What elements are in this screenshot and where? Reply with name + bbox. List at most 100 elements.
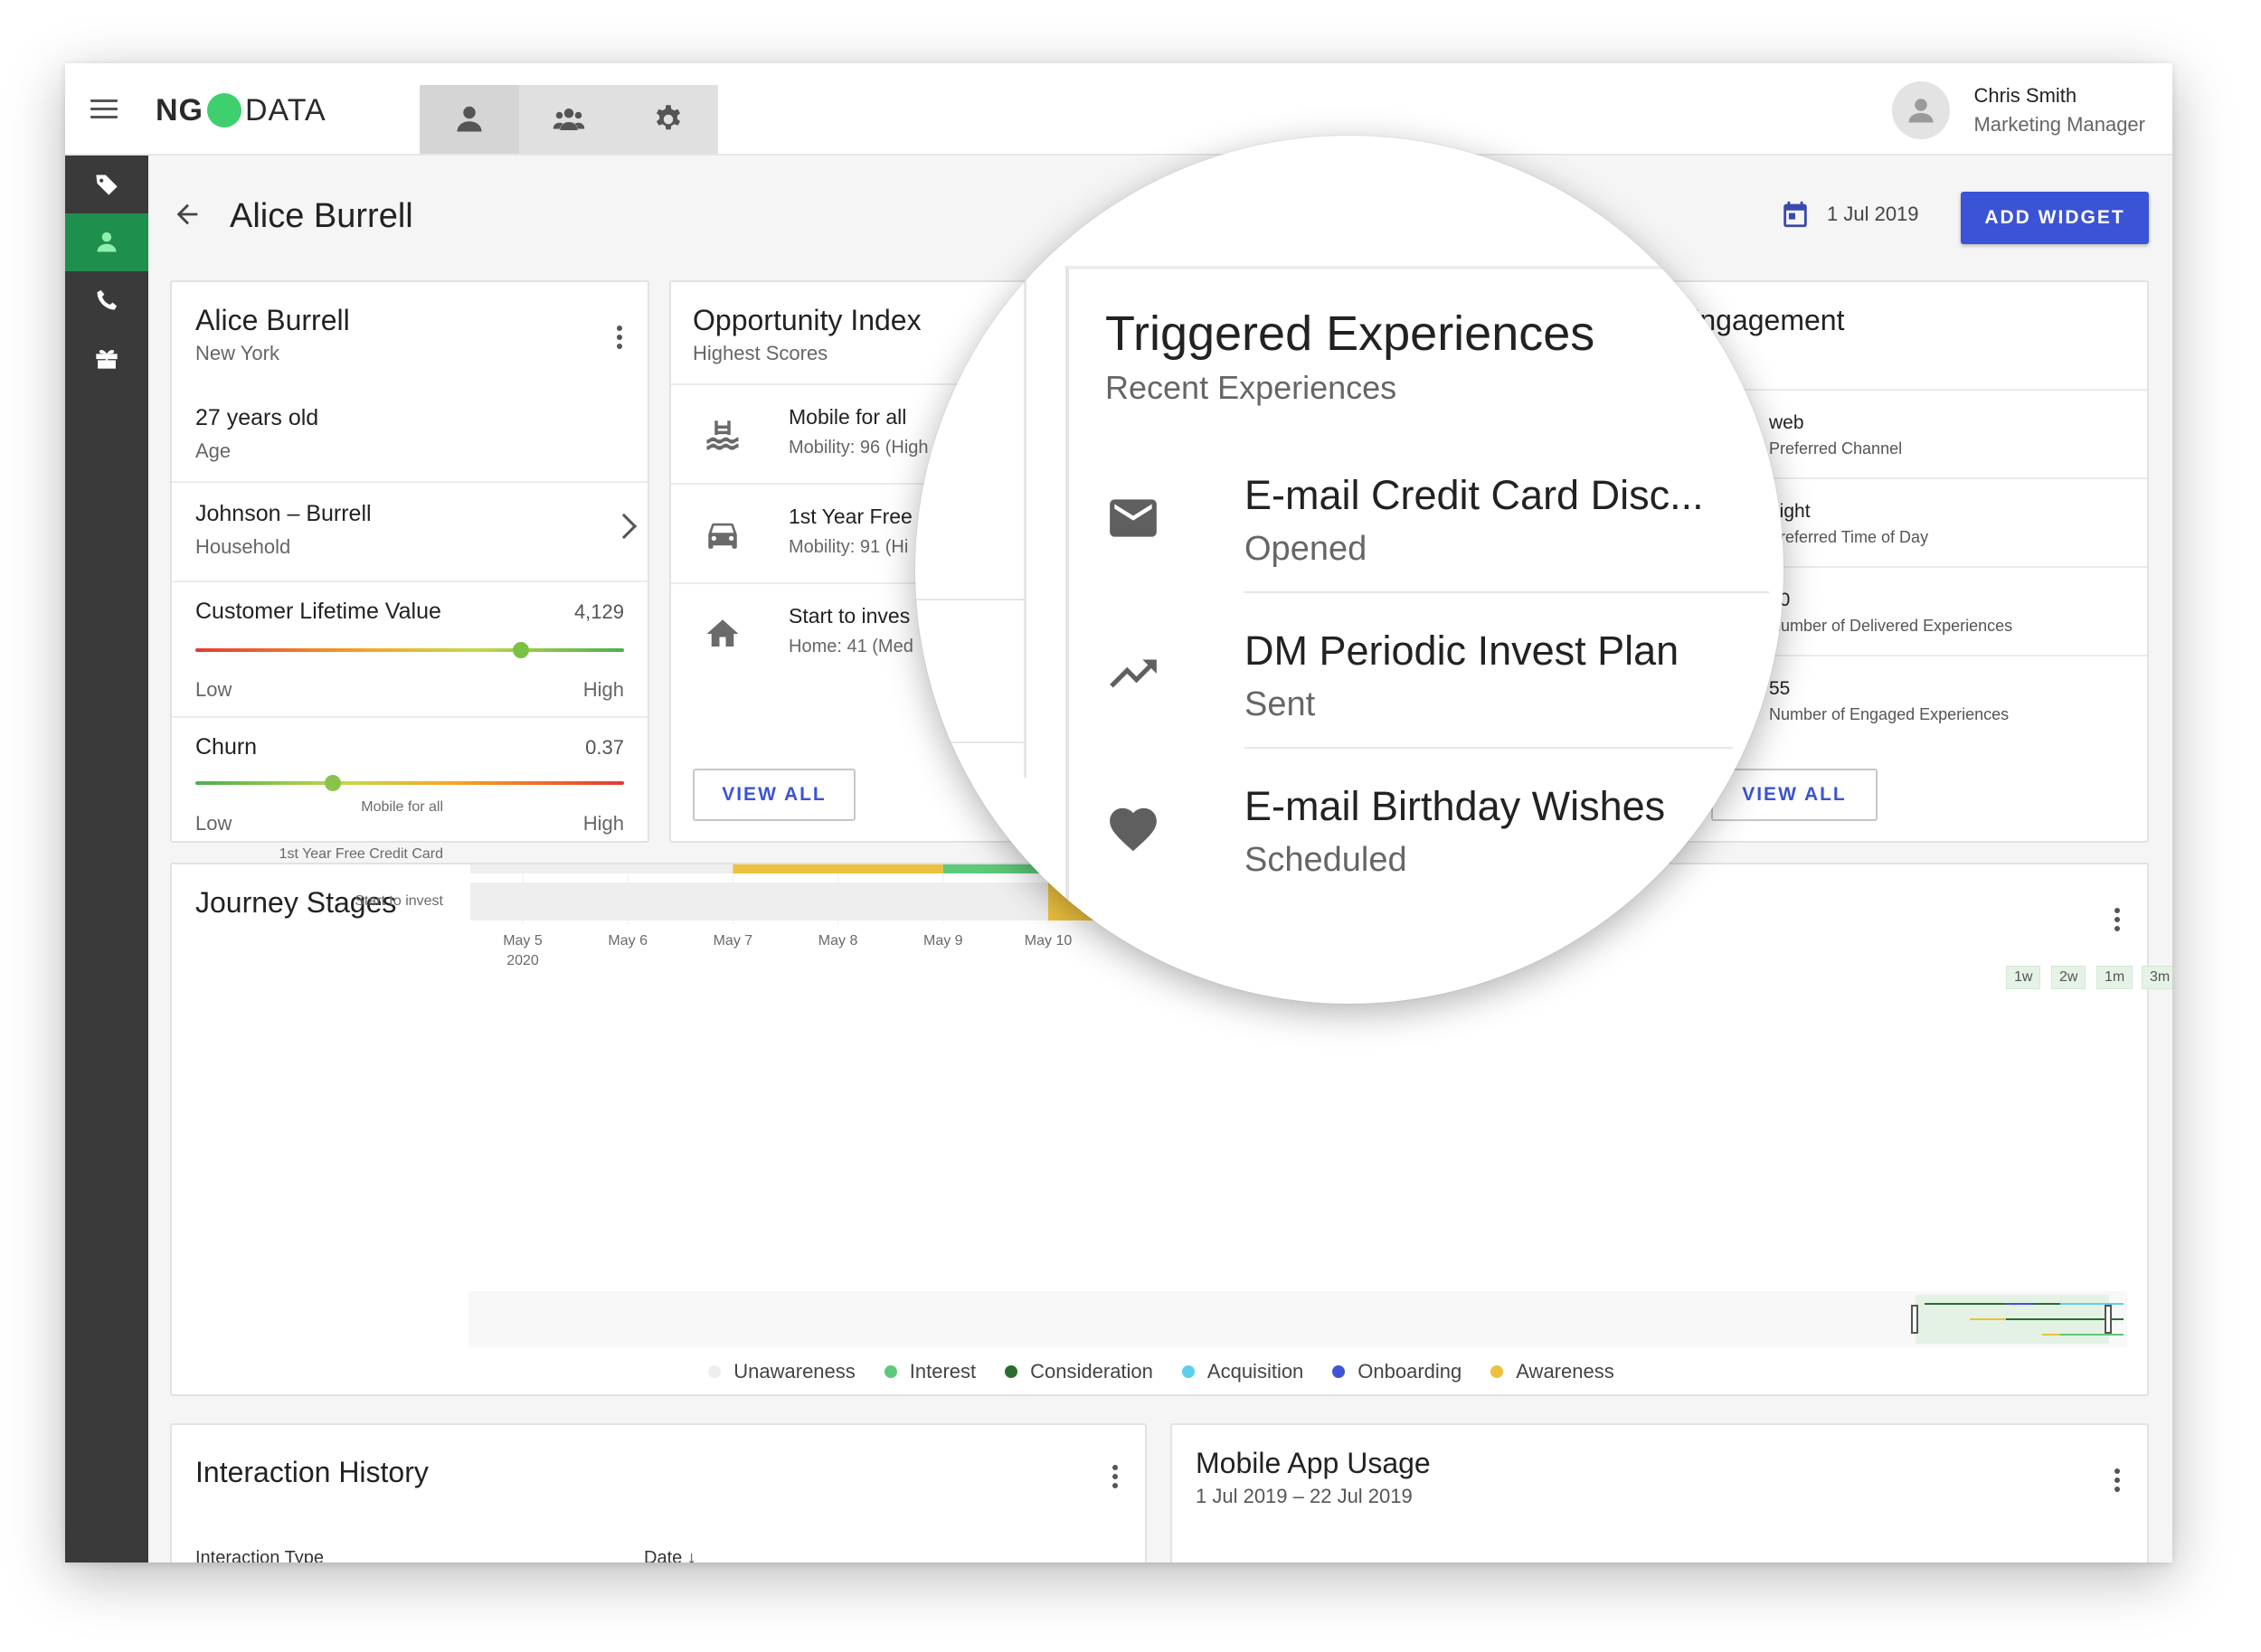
rail-item-phone[interactable] <box>65 271 148 329</box>
clv-slider-knob <box>513 642 530 658</box>
experience-item[interactable]: E-mail Credit Card Disc... Opened <box>1065 454 1783 609</box>
opportunity-title: Opportunity Index <box>693 304 922 336</box>
divider <box>172 716 648 718</box>
user-name: Chris Smith <box>1973 84 2077 107</box>
journey-segment-awareness[interactable] <box>733 864 943 873</box>
churn-label: Churn <box>195 734 258 760</box>
tab-person[interactable] <box>420 85 519 154</box>
view-all-button[interactable]: VIEW ALL <box>693 769 856 821</box>
experience-status: Opened <box>1244 530 1367 568</box>
opportunity-detail: Home: 41 (Med <box>789 637 913 656</box>
chart-navigator[interactable] <box>468 1291 2127 1347</box>
legend-swatch <box>884 1365 897 1378</box>
calendar-icon <box>1783 201 1807 228</box>
magnifier-triggered-experiences: Triggered Experiences Recent Experiences… <box>915 136 1783 1004</box>
mobile-app-usage-title: Mobile App Usage <box>1196 1447 1431 1479</box>
journey-segment-unawareness[interactable] <box>469 864 733 873</box>
divider <box>915 599 1024 600</box>
person-icon <box>457 106 482 132</box>
experience-status: Scheduled <box>1244 841 1407 879</box>
legend-label: Consideration <box>1030 1360 1153 1383</box>
pool-icon <box>706 420 739 450</box>
phone-icon <box>97 289 118 310</box>
more-menu-icon[interactable] <box>1111 1465 1120 1492</box>
x-tick-label: May 7 <box>713 933 753 949</box>
divider <box>915 741 1024 743</box>
opportunity-name: Start to inves <box>789 604 911 628</box>
churn-slider-knob <box>324 775 341 791</box>
x-tick-label: May 8 <box>818 933 858 949</box>
date-picker[interactable]: 1 Jul 2019 <box>1780 199 1919 230</box>
rail-item-profile[interactable] <box>65 213 148 271</box>
legend-label: Interest <box>909 1360 977 1383</box>
journey-segment-unawareness[interactable] <box>469 883 1048 920</box>
tab-settings[interactable] <box>619 85 718 154</box>
opportunity-subtitle: Highest Scores <box>693 342 828 364</box>
opportunity-name: 1st Year Free <box>789 505 913 528</box>
person-icon <box>1908 99 1934 123</box>
row-label: Start to invest <box>355 893 443 909</box>
column-header-date[interactable]: Date ↓ <box>644 1548 696 1562</box>
experience-item[interactable]: DM Periodic Invest Plan Sent <box>1065 609 1783 765</box>
home-icon <box>706 619 739 647</box>
more-menu-icon[interactable] <box>2113 1468 2122 1496</box>
avatar <box>1892 81 1951 139</box>
clv-label: Customer Lifetime Value <box>195 599 441 624</box>
experience-status: Sent <box>1244 685 1316 723</box>
back-arrow-icon[interactable] <box>172 199 203 230</box>
rail-item-tags[interactable] <box>65 156 148 213</box>
ngdata-logo: NG DATA <box>156 92 326 127</box>
opportunity-detail: Mobility: 96 (High <box>789 438 929 458</box>
logo-dot <box>207 93 241 127</box>
divider <box>172 581 648 582</box>
x-tick-label: May 5 2020 <box>482 931 563 971</box>
chevron-right-icon[interactable] <box>610 513 638 540</box>
clv-high-label: High <box>582 678 624 701</box>
legend-item[interactable]: Onboarding <box>1332 1360 1462 1383</box>
engagement-label: Number of Engaged Experiences <box>1769 705 2010 723</box>
range-3m[interactable]: 3m <box>2142 966 2172 989</box>
experience-name: DM Periodic Invest Plan <box>1244 628 1679 674</box>
navigator-handle-left[interactable] <box>1911 1305 1918 1334</box>
household-name[interactable]: Johnson – Burrell <box>195 501 372 527</box>
user-menu[interactable]: Chris Smith Marketing Manager <box>1892 81 2145 139</box>
legend-swatch <box>1490 1365 1504 1378</box>
profile-name: Alice Burrell <box>195 304 350 336</box>
x-tick-year: 2020 <box>506 953 539 968</box>
add-widget-button[interactable]: ADD WIDGET <box>1961 192 2149 244</box>
divider <box>172 481 648 483</box>
legend-label: Acquisition <box>1206 1360 1304 1383</box>
row-label: 1st Year Free Credit Card <box>279 846 443 862</box>
churn-value: 0.37 <box>585 736 624 759</box>
experience-item[interactable]: E-mail Birthday Wishes Scheduled <box>1065 765 1783 920</box>
more-menu-icon[interactable] <box>615 326 624 353</box>
gear-icon <box>656 105 681 130</box>
churn-high-label: High <box>582 812 624 835</box>
car-icon <box>708 523 737 549</box>
legend-label: Awareness <box>1516 1360 1614 1383</box>
tab-group[interactable] <box>519 85 619 154</box>
opportunity-detail: Mobility: 91 (Hi <box>789 537 909 557</box>
legend-item[interactable]: Awareness <box>1490 1360 1614 1383</box>
engagement-label: Preferred Time of Day <box>1769 528 1929 546</box>
legend-item[interactable]: Interest <box>884 1360 977 1383</box>
legend-item[interactable]: Unawareness <box>708 1360 856 1383</box>
column-header-type[interactable]: Interaction Type <box>195 1548 324 1562</box>
legend-item[interactable]: Consideration <box>1005 1360 1153 1383</box>
legend-item[interactable]: Acquisition <box>1181 1360 1304 1383</box>
rail-item-gifts[interactable] <box>65 329 148 387</box>
profile-age-label: Age <box>195 439 232 462</box>
divider <box>1024 271 1026 778</box>
profile-age: 27 years old <box>195 405 319 430</box>
clv-low-label: Low <box>195 678 232 701</box>
hamburger-menu-icon[interactable] <box>90 99 118 119</box>
experience-name: E-mail Birthday Wishes <box>1244 783 1666 829</box>
clv-value: 4,129 <box>573 600 624 623</box>
user-role: Marketing Manager <box>1973 113 2145 136</box>
engagement-value: web <box>1769 412 1804 433</box>
profile-card: Alice Burrell New York 27 years old Age … <box>170 280 649 843</box>
navigator-handle-right[interactable] <box>2105 1305 2112 1334</box>
legend-swatch <box>1005 1365 1018 1378</box>
legend-label: Onboarding <box>1358 1360 1462 1383</box>
person-icon <box>97 231 117 252</box>
